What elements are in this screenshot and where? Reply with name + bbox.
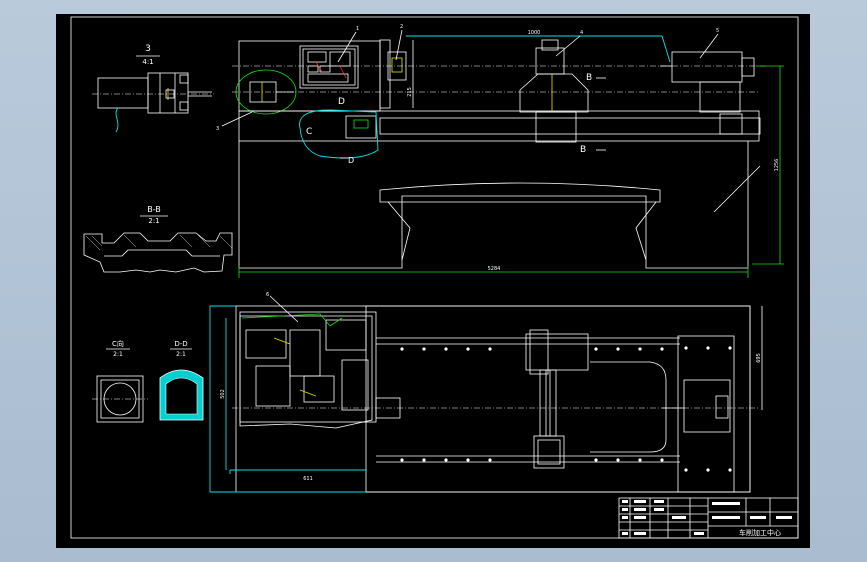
- marker-b-lower: B: [580, 145, 586, 155]
- marker-c: C: [306, 127, 312, 137]
- dim-left-height: 502: [220, 389, 226, 399]
- title-block-title: 车削加工中心: [739, 528, 781, 537]
- balloon-6: 6: [266, 292, 269, 298]
- balloon-5: 5: [716, 28, 719, 34]
- cad-viewport[interactable]: 3 4:1 B-B 2:1 C向 2:1 D-D 2:1 C D D B B 1…: [0, 0, 867, 562]
- marker-d-lower: D: [348, 156, 354, 165]
- section-bb-scale: 2:1: [148, 217, 159, 225]
- section-dd-scale: 2:1: [176, 351, 186, 358]
- cad-drawing: 3 4:1 B-B 2:1 C向 2:1 D-D 2:1 C D D B B 1…: [56, 14, 810, 548]
- dim-bottom-length: 611: [303, 476, 313, 482]
- view-c-title: C向: [112, 339, 124, 348]
- dim-top-length: 1000: [528, 30, 541, 36]
- marker-b-upper: B: [586, 73, 592, 83]
- dim-overall-length: 5284: [488, 266, 501, 272]
- detail-3-scale: 4:1: [142, 58, 153, 66]
- balloon-3: 3: [216, 126, 219, 132]
- dim-right-height: 695: [756, 353, 762, 363]
- marker-d-upper: D: [338, 97, 345, 107]
- detail-3-title: 3: [145, 44, 151, 54]
- balloon-2: 2: [400, 24, 403, 30]
- section-dd-title: D-D: [174, 340, 187, 348]
- section-bb-title: B-B: [147, 205, 161, 214]
- balloon-4: 4: [580, 30, 583, 36]
- balloon-1: 1: [356, 26, 359, 32]
- dim-overall-height: 1256: [774, 159, 780, 172]
- view-c-scale: 2:1: [113, 351, 123, 358]
- dim-height-small: 215: [407, 87, 413, 97]
